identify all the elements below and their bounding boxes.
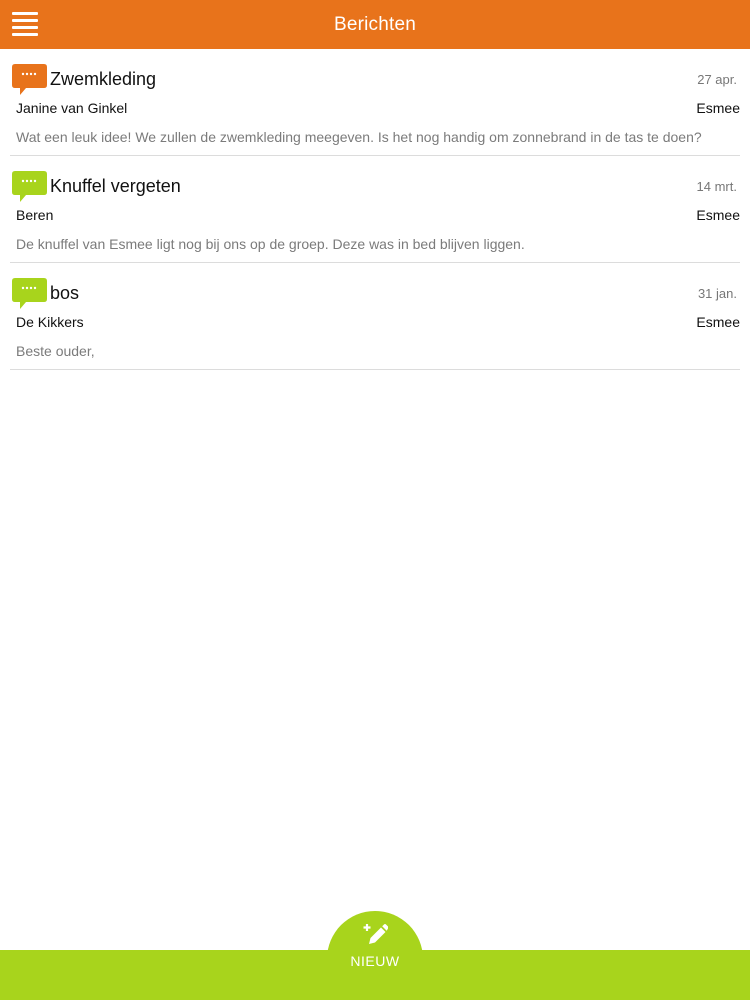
hamburger-menu-icon[interactable] xyxy=(12,12,38,36)
messages-screen: Berichten Zwemkleding 27 apr. Janine van… xyxy=(0,0,750,1000)
message-child: Esmee xyxy=(696,207,740,223)
chat-bubble-icon xyxy=(12,278,47,309)
message-child: Esmee xyxy=(696,314,740,330)
message-item[interactable]: bos 31 jan. De Kikkers Esmee Beste ouder… xyxy=(10,263,740,370)
new-message-label: NIEUW xyxy=(350,953,400,969)
new-message-button[interactable]: NIEUW xyxy=(327,911,423,1000)
message-sender: Beren xyxy=(16,207,54,223)
chat-bubble-icon xyxy=(12,171,47,202)
chat-bubble-icon xyxy=(12,64,47,95)
message-date: 14 mrt. xyxy=(696,179,737,194)
message-preview: Beste ouder, xyxy=(16,343,95,359)
message-subject: Zwemkleding xyxy=(50,69,157,89)
message-sender: Janine van Ginkel xyxy=(16,100,128,116)
message-item[interactable]: Zwemkleding 27 apr. Janine van Ginkel Es… xyxy=(10,49,740,156)
message-list: Zwemkleding 27 apr. Janine van Ginkel Es… xyxy=(10,49,740,370)
message-preview: Wat een leuk idee! We zullen de zwemkled… xyxy=(16,129,702,145)
message-subject: bos xyxy=(50,283,80,303)
page-title: Berichten xyxy=(333,13,417,35)
message-sender: De Kikkers xyxy=(16,314,84,330)
message-date: 31 jan. xyxy=(697,286,737,301)
message-child: Esmee xyxy=(696,100,740,116)
message-date: 27 apr. xyxy=(697,72,737,87)
message-preview: De knuffel van Esmee ligt nog bij ons op… xyxy=(16,236,525,252)
message-subject: Knuffel vergeten xyxy=(50,176,181,196)
top-bar: Berichten xyxy=(0,0,750,49)
message-item[interactable]: Knuffel vergeten 14 mrt. Beren Esmee De … xyxy=(10,156,740,263)
compose-pencil-icon xyxy=(363,924,388,944)
